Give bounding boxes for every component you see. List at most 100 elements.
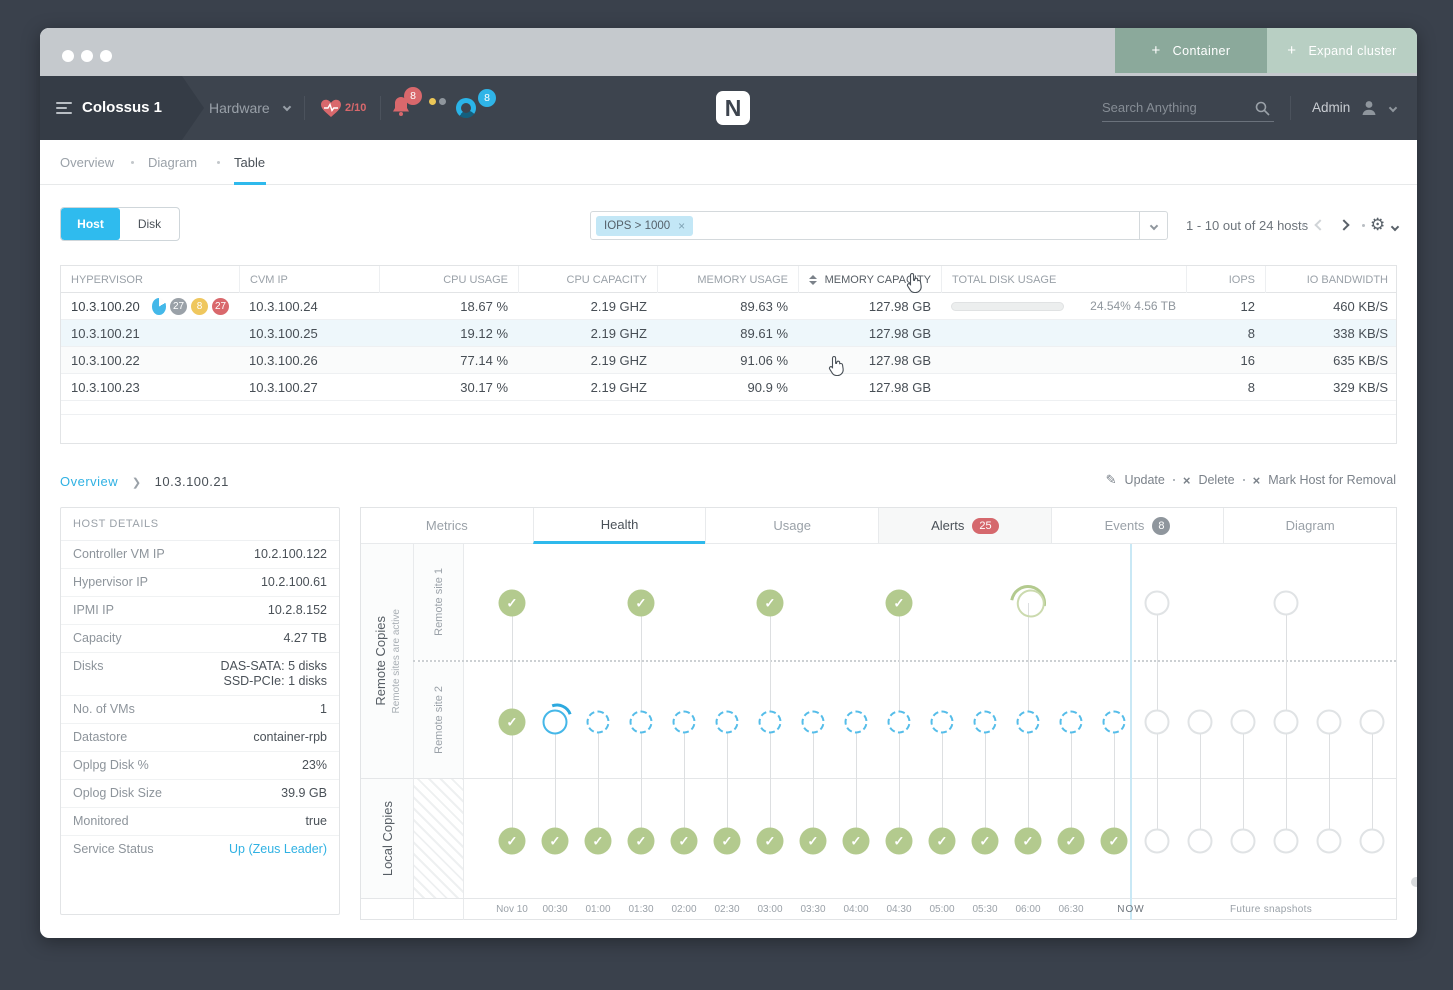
snapshot-check-icon[interactable]: ✓ bbox=[1058, 828, 1085, 855]
filter-dropdown-button[interactable] bbox=[1139, 212, 1167, 239]
tab-metrics[interactable]: Metrics bbox=[361, 508, 533, 544]
host-toggle[interactable]: Host bbox=[61, 208, 120, 240]
tab-diagram[interactable]: Diagram bbox=[148, 140, 197, 185]
snapshot-pending-icon[interactable] bbox=[673, 711, 696, 734]
detail-value[interactable]: Up (Zeus Leader) bbox=[229, 842, 327, 857]
filter-input[interactable]: IOPS > 1000 × bbox=[590, 211, 1168, 240]
snapshot-future-icon[interactable] bbox=[1274, 710, 1299, 735]
snapshot-check-icon[interactable]: ✓ bbox=[542, 828, 569, 855]
snapshot-future-icon[interactable] bbox=[1317, 710, 1342, 735]
snapshot-check-icon[interactable]: ✓ bbox=[628, 590, 655, 617]
alert-count-badge[interactable]: 8 bbox=[404, 87, 422, 105]
snapshot-check-icon[interactable]: ✓ bbox=[757, 828, 784, 855]
hardware-menu[interactable]: Hardware bbox=[209, 76, 270, 140]
admin-label[interactable]: Admin bbox=[1312, 100, 1350, 115]
chevron-down-icon[interactable] bbox=[1391, 223, 1399, 231]
snapshot-pending-icon[interactable] bbox=[759, 711, 782, 734]
prev-page-button[interactable] bbox=[1314, 219, 1325, 230]
sort-icon[interactable] bbox=[809, 275, 817, 285]
table-row-host-1[interactable]: 10.3.100.20 27 8 27 10.3.100.24 18.67 % … bbox=[61, 293, 1396, 320]
snapshot-check-icon[interactable]: ✓ bbox=[671, 828, 698, 855]
search-icon[interactable] bbox=[1255, 101, 1270, 116]
tab-usage[interactable]: Usage bbox=[705, 508, 878, 544]
snapshot-pending-icon[interactable] bbox=[888, 711, 911, 734]
task-count-badge[interactable]: 8 bbox=[478, 89, 496, 107]
table-row-host-3[interactable]: 10.3.100.22 10.3.100.26 77.14 % 2.19 GHZ… bbox=[61, 347, 1396, 374]
snapshot-future-icon[interactable] bbox=[1188, 710, 1213, 735]
container-button[interactable]: + Container bbox=[1115, 28, 1267, 73]
timeline-scrollbar[interactable] bbox=[1411, 877, 1417, 887]
snapshot-pending-icon[interactable] bbox=[630, 711, 653, 734]
filter-chip[interactable]: IOPS > 1000 × bbox=[596, 216, 693, 236]
snapshot-pending-icon[interactable] bbox=[931, 711, 954, 734]
snapshot-future-icon[interactable] bbox=[1360, 710, 1385, 735]
snapshot-check-icon[interactable]: ✓ bbox=[585, 828, 612, 855]
table-settings-gear-icon[interactable]: ⚙ bbox=[1370, 215, 1385, 235]
next-page-button[interactable] bbox=[1338, 219, 1349, 230]
column-header-total-disk-usage[interactable]: TOTAL DISK USAGE bbox=[941, 266, 1186, 293]
column-header-cpu-capacity[interactable]: CPU CAPACITY bbox=[518, 266, 657, 293]
column-header-hypervisor[interactable]: HYPERVISOR bbox=[61, 266, 239, 293]
snapshot-check-icon[interactable]: ✓ bbox=[628, 828, 655, 855]
snapshot-check-icon[interactable]: ✓ bbox=[757, 590, 784, 617]
mark-host-removal-action[interactable]: Mark Host for Removal bbox=[1268, 473, 1396, 487]
column-header-io-bandwidth[interactable]: IO BANDWIDTH bbox=[1265, 266, 1398, 293]
delete-action[interactable]: Delete bbox=[1198, 473, 1234, 487]
column-header-cpu-usage[interactable]: CPU USAGE bbox=[379, 266, 518, 293]
user-icon[interactable] bbox=[1360, 99, 1378, 117]
update-action[interactable]: Update bbox=[1125, 473, 1165, 487]
tab-diagram[interactable]: Diagram bbox=[1223, 508, 1396, 544]
snapshot-future-icon[interactable] bbox=[1274, 591, 1299, 616]
window-dot-1[interactable] bbox=[62, 50, 74, 62]
snapshot-check-icon[interactable]: ✓ bbox=[843, 828, 870, 855]
chip-close-icon[interactable]: × bbox=[678, 219, 685, 233]
column-header-iops[interactable]: IOPS bbox=[1186, 266, 1265, 293]
snapshot-check-icon[interactable]: ✓ bbox=[929, 828, 956, 855]
snapshot-future-icon[interactable] bbox=[1188, 829, 1213, 854]
column-header-memory-usage[interactable]: MEMORY USAGE bbox=[657, 266, 798, 293]
snapshot-check-icon[interactable]: ✓ bbox=[886, 828, 913, 855]
snapshot-check-icon[interactable]: ✓ bbox=[499, 828, 526, 855]
snapshot-future-icon[interactable] bbox=[1274, 829, 1299, 854]
snapshot-future-icon[interactable] bbox=[1231, 829, 1256, 854]
window-dot-3[interactable] bbox=[100, 50, 112, 62]
tab-events[interactable]: Events 8 bbox=[1051, 508, 1224, 544]
window-dot-2[interactable] bbox=[81, 50, 93, 62]
snapshot-future-icon[interactable] bbox=[1145, 591, 1170, 616]
expand-cluster-button[interactable]: + Expand cluster bbox=[1267, 28, 1417, 73]
search-input[interactable] bbox=[1102, 94, 1242, 115]
snapshot-spinner-green-icon[interactable] bbox=[1003, 578, 1053, 628]
snapshot-pending-icon[interactable] bbox=[716, 711, 739, 734]
snapshot-check-icon[interactable]: ✓ bbox=[499, 590, 526, 617]
snapshot-check-icon[interactable]: ✓ bbox=[714, 828, 741, 855]
column-header-memory-capacity[interactable]: MEMORY CAPACITY bbox=[798, 266, 941, 293]
breadcrumb-parent[interactable]: Overview bbox=[60, 474, 118, 489]
snapshot-pending-icon[interactable] bbox=[802, 711, 825, 734]
snapshot-future-icon[interactable] bbox=[1231, 710, 1256, 735]
snapshot-check-icon[interactable]: ✓ bbox=[1015, 828, 1042, 855]
snapshot-future-icon[interactable] bbox=[1360, 829, 1385, 854]
chevron-down-icon[interactable] bbox=[1389, 104, 1397, 112]
disk-toggle[interactable]: Disk bbox=[120, 208, 179, 240]
snapshot-future-icon[interactable] bbox=[1317, 829, 1342, 854]
snapshot-future-icon[interactable] bbox=[1145, 710, 1170, 735]
snapshot-pending-icon[interactable] bbox=[587, 711, 610, 734]
tab-health[interactable]: Health bbox=[533, 508, 706, 544]
snapshot-check-icon[interactable]: ✓ bbox=[800, 828, 827, 855]
snapshot-check-icon[interactable]: ✓ bbox=[499, 709, 526, 736]
snapshot-check-icon[interactable]: ✓ bbox=[886, 590, 913, 617]
column-header-cvm-ip[interactable]: CVM IP bbox=[239, 266, 379, 293]
snapshot-pending-icon[interactable] bbox=[1103, 711, 1126, 734]
snapshot-check-icon[interactable]: ✓ bbox=[972, 828, 999, 855]
snapshot-future-icon[interactable] bbox=[1145, 829, 1170, 854]
snapshot-pending-icon[interactable] bbox=[1017, 711, 1040, 734]
table-row-host-2-selected[interactable]: 10.3.100.21 10.3.100.25 19.12 % 2.19 GHZ… bbox=[61, 320, 1396, 347]
table-row-host-4[interactable]: 10.3.100.23 10.3.100.27 30.17 % 2.19 GHZ… bbox=[61, 374, 1396, 401]
snapshot-check-icon[interactable]: ✓ bbox=[1101, 828, 1128, 855]
menu-icon[interactable] bbox=[56, 102, 72, 117]
tab-alerts[interactable]: Alerts 25 bbox=[878, 508, 1051, 544]
snapshot-pending-icon[interactable] bbox=[1060, 711, 1083, 734]
health-heart-icon[interactable] bbox=[320, 99, 342, 118]
tab-table[interactable]: Table bbox=[234, 140, 265, 185]
snapshot-pending-icon[interactable] bbox=[974, 711, 997, 734]
